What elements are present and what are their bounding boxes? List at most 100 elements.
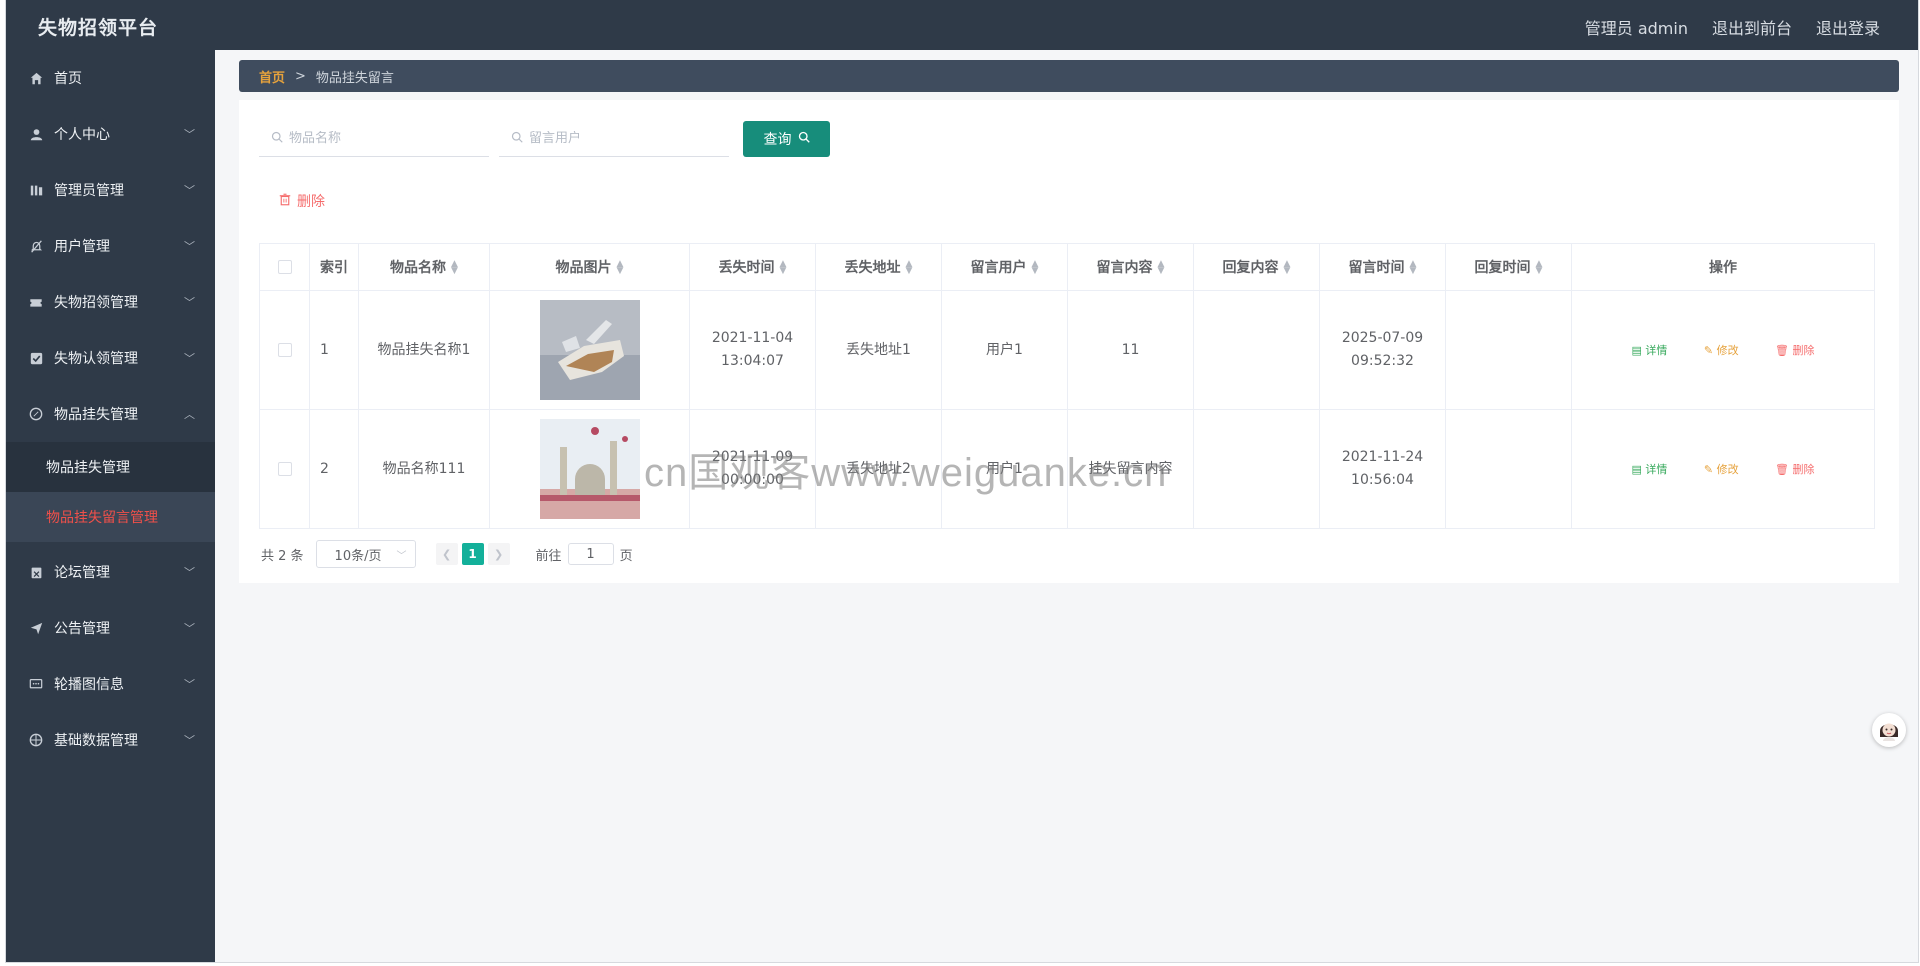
sidebar-item-base-data[interactable]: 基础数据管理 ﹀ xyxy=(6,712,215,768)
query-label: 查询 xyxy=(763,132,792,148)
page-suffix: 页 xyxy=(619,548,633,564)
cell-name: 物品名称111 xyxy=(358,409,490,529)
item-thumbnail[interactable] xyxy=(539,300,640,400)
sort-icon[interactable]: ▲ ▼ xyxy=(1032,260,1039,276)
content-panel: 查询 删除 索引 物品名称▲▼ 物品图片▲▼ xyxy=(239,100,1899,583)
page-number-button[interactable]: 1 xyxy=(461,543,484,565)
sidebar-item-admins[interactable]: 管理员管理 ﹀ xyxy=(6,162,215,218)
sidebar-item-lost-report[interactable]: 物品挂失管理 ︿ xyxy=(6,386,215,442)
column-header-index: 索引 xyxy=(309,243,359,291)
cell-name: 物品挂失名称1 xyxy=(358,290,490,410)
sidebar-item-label: 公告管理 xyxy=(54,621,110,637)
item-thumbnail[interactable] xyxy=(539,419,640,519)
logout-link[interactable]: 退出登录 xyxy=(1816,15,1880,39)
chevron-down-icon: ﹀ xyxy=(184,566,195,579)
bell-off-icon xyxy=(28,238,44,254)
cell-actions: ▤ 详情 ✎ 修改 🗑 删除 xyxy=(1571,409,1875,529)
sidebar-item-personal[interactable]: 个人中心 ﹀ xyxy=(6,106,215,162)
cell-reply xyxy=(1193,290,1320,410)
total-count: 共 2 条 xyxy=(261,548,304,564)
assistant-avatar[interactable] xyxy=(1872,713,1906,747)
pencil-icon: ✎ xyxy=(1703,343,1714,357)
sidebar-item-label: 管理员管理 xyxy=(54,183,124,199)
item-name-search[interactable] xyxy=(259,121,489,157)
column-header-lost-time[interactable]: 丢失时间 ▲ ▼ xyxy=(689,243,816,291)
row-select-cell[interactable] xyxy=(259,290,310,410)
prev-page-button[interactable]: ❮ xyxy=(435,543,458,565)
sort-icon[interactable]: ▲ ▼ xyxy=(1158,260,1165,276)
top-bar: 失物招领平台 管理员 admin 退出到前台 退出登录 xyxy=(6,0,1918,50)
pagination: 共 2 条 10条/页 ﹀ ❮ 1 ❯ 前往 页 xyxy=(261,540,633,568)
submenu-item-lost-messages[interactable]: 物品挂失留言管理 xyxy=(6,492,215,542)
user-input[interactable] xyxy=(529,131,679,146)
sort-icon[interactable]: ▲ ▼ xyxy=(451,260,458,276)
sidebar-item-label: 物品挂失管理 xyxy=(54,407,138,423)
detail-button[interactable]: ▤ 详情 xyxy=(1632,463,1668,476)
sort-icon[interactable]: ▲ ▼ xyxy=(1536,260,1543,276)
sidebar-item-carousel[interactable]: 轮播图信息 ﹀ xyxy=(6,656,215,712)
cell-msg-time: 2021-11-24 10:56:04 xyxy=(1319,409,1446,529)
sidebar-item-forum[interactable]: 论坛管理 ﹀ xyxy=(6,544,215,600)
page-size-select[interactable]: 10条/页 ﹀ xyxy=(315,540,416,568)
column-header-lost-address[interactable]: 丢失地址 ▲ ▼ xyxy=(815,243,942,291)
breadcrumb-separator: > xyxy=(295,68,306,84)
sidebar-item-home[interactable]: 首页 xyxy=(6,50,215,106)
sort-icon[interactable]: ▲ ▼ xyxy=(1410,260,1417,276)
delete-button[interactable]: 🗑 删除 xyxy=(1775,463,1814,476)
sort-icon[interactable]: ▲ ▼ xyxy=(780,260,787,276)
home-icon xyxy=(28,70,44,86)
next-page-button[interactable]: ❯ xyxy=(487,543,510,565)
sort-icon[interactable]: ▲ ▼ xyxy=(617,260,624,276)
back-to-front-link[interactable]: 退出到前台 xyxy=(1712,15,1792,39)
column-header-reply[interactable]: 回复内容 ▲ ▼ xyxy=(1193,243,1320,291)
batch-delete-button[interactable]: 删除 xyxy=(279,191,325,211)
sidebar-item-notices[interactable]: 公告管理 ﹀ xyxy=(6,600,215,656)
trash-icon xyxy=(279,193,291,210)
send-icon xyxy=(28,620,44,636)
column-header-content[interactable]: 留言内容 ▲ ▼ xyxy=(1067,243,1194,291)
sidebar-item-claims[interactable]: 失物认领管理 ﹀ xyxy=(6,330,215,386)
chevron-down-icon: ﹀ xyxy=(184,128,195,141)
sidebar-item-label: 论坛管理 xyxy=(54,565,110,581)
breadcrumb-home[interactable]: 首页 xyxy=(259,67,285,86)
cell-lost-address: 丢失地址1 xyxy=(815,290,942,410)
select-all-checkbox[interactable] xyxy=(277,260,292,274)
column-header-image[interactable]: 物品图片 ▲ ▼ xyxy=(489,243,690,291)
goto-page-input[interactable] xyxy=(567,543,614,565)
item-name-input[interactable] xyxy=(289,131,439,146)
column-header-msg-time[interactable]: 留言时间 ▲ ▼ xyxy=(1319,243,1446,291)
column-header-user[interactable]: 留言用户 ▲ ▼ xyxy=(941,243,1068,291)
pencil-icon: ✎ xyxy=(1703,462,1714,476)
column-header-reply-time[interactable]: 回复时间 ▲ ▼ xyxy=(1445,243,1572,291)
search-icon xyxy=(798,131,810,147)
sidebar-item-label: 首页 xyxy=(54,71,82,87)
delete-button[interactable]: 🗑 删除 xyxy=(1775,344,1814,357)
sidebar-item-users[interactable]: 用户管理 ﹀ xyxy=(6,218,215,274)
sort-icon[interactable]: ▲ ▼ xyxy=(906,260,913,276)
query-button[interactable]: 查询 xyxy=(743,121,830,157)
user-search[interactable] xyxy=(499,121,729,157)
sidebar-item-label: 失物认领管理 xyxy=(54,351,138,367)
row-checkbox[interactable] xyxy=(277,461,292,476)
cell-content: 11 xyxy=(1067,290,1194,410)
row-checkbox[interactable] xyxy=(277,342,292,357)
edit-button[interactable]: ✎ 修改 xyxy=(1704,344,1739,357)
admin-label[interactable]: 管理员 admin xyxy=(1585,15,1688,39)
chevron-up-icon: ︿ xyxy=(184,408,195,421)
sort-icon[interactable]: ▲ ▼ xyxy=(1284,260,1291,276)
cell-actions: ▤ 详情 ✎ 修改 🗑 删除 xyxy=(1571,290,1875,410)
batch-delete-label: 删除 xyxy=(297,194,325,210)
table-row: 1 物品挂失名称1 2021-11-04 13:04:07 丢失地址1 用户1 … xyxy=(259,290,1875,410)
column-header-name[interactable]: 物品名称 ▲ ▼ xyxy=(358,243,490,291)
detail-button[interactable]: ▤ 详情 xyxy=(1632,344,1668,357)
submenu-item-lost-report[interactable]: 物品挂失管理 xyxy=(6,442,215,492)
select-all-cell[interactable] xyxy=(259,243,310,291)
sidebar-item-lost-found[interactable]: 失物招领管理 ﹀ xyxy=(6,274,215,330)
row-select-cell[interactable] xyxy=(259,409,310,529)
sidebar-item-label: 用户管理 xyxy=(54,239,110,255)
compass-icon xyxy=(28,406,44,422)
cell-index: 1 xyxy=(309,290,359,410)
goto-label: 前往 xyxy=(535,548,562,564)
bars-icon xyxy=(28,182,44,198)
edit-button[interactable]: ✎ 修改 xyxy=(1704,463,1739,476)
